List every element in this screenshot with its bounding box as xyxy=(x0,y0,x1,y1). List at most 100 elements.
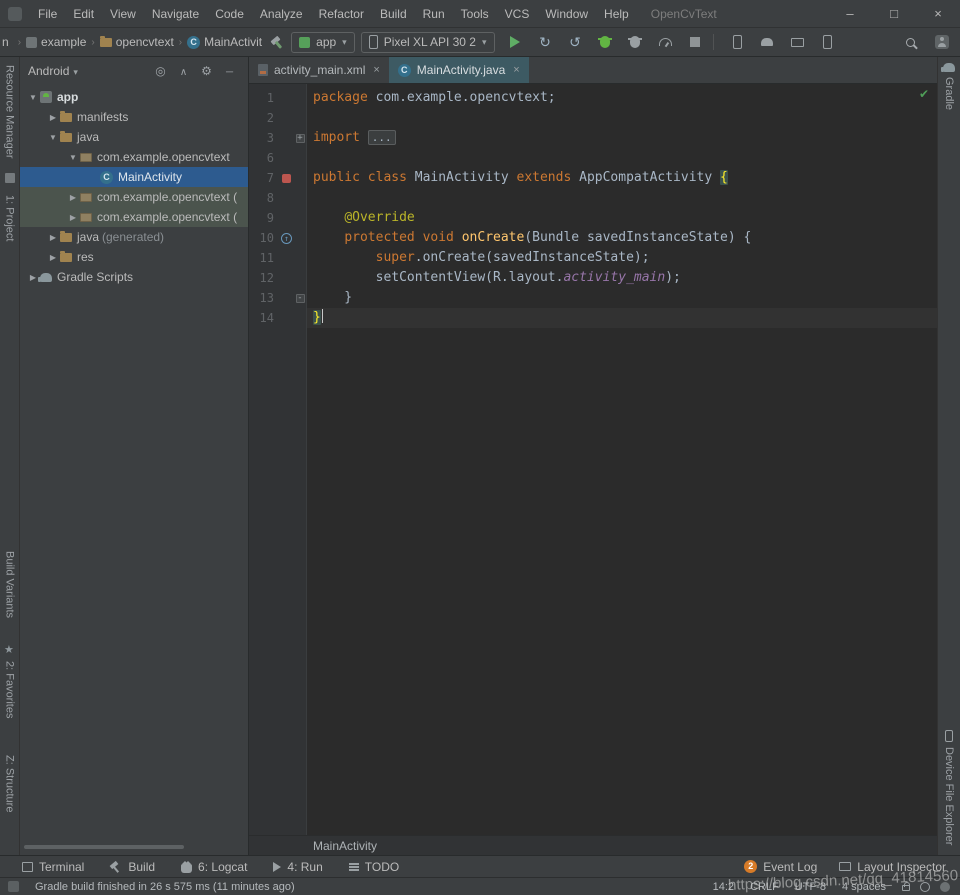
run-button[interactable] xyxy=(507,34,524,51)
menu-navigate[interactable]: Navigate xyxy=(144,4,207,24)
menu-edit[interactable]: Edit xyxy=(65,4,102,24)
project-view-selector[interactable]: Android xyxy=(28,64,69,78)
maximize-button[interactable]: □ xyxy=(872,6,916,21)
menu-help[interactable]: Help xyxy=(596,4,637,24)
tree-row-com-example-opencvtext[interactable]: com.example.opencvtext xyxy=(20,147,248,167)
code-token: import xyxy=(313,130,360,145)
toolwindow-resource-manager[interactable]: Resource Manager xyxy=(4,65,16,159)
menu-refactor[interactable]: Refactor xyxy=(311,4,372,24)
tree-row-mainactivity[interactable]: MainActivity xyxy=(20,167,248,187)
layout-inspector-button[interactable] xyxy=(789,34,806,51)
search-button[interactable] xyxy=(902,34,919,51)
toolwindow-layout-inspector[interactable]: Layout Inspector xyxy=(839,860,946,874)
device-manager-button[interactable] xyxy=(729,34,746,51)
chevron-right-icon[interactable] xyxy=(66,213,80,222)
toolwindow-gradle[interactable]: Gradle xyxy=(938,63,960,110)
chevron-right-icon[interactable] xyxy=(66,193,80,202)
toolwindow-z-structure[interactable]: Z: Structure xyxy=(4,755,16,812)
menu-file[interactable]: File xyxy=(30,4,65,24)
close-icon[interactable]: × xyxy=(373,64,379,76)
debug-button[interactable] xyxy=(597,34,614,51)
bookmark-icon[interactable] xyxy=(5,173,15,183)
run-config-select[interactable]: app xyxy=(291,32,355,53)
tab-mainactivity-java[interactable]: MainActivity.java × xyxy=(389,57,529,83)
chevron-down-icon[interactable] xyxy=(66,153,80,162)
close-button[interactable]: × xyxy=(916,6,960,21)
menu-analyze[interactable]: Analyze xyxy=(252,4,311,24)
device-stream-button[interactable] xyxy=(819,34,836,51)
attach-debugger-button[interactable] xyxy=(627,34,644,51)
chevron-right-icon[interactable] xyxy=(46,113,60,122)
chevron-right-icon[interactable] xyxy=(46,233,60,242)
indent-setting[interactable]: 4 spaces xyxy=(842,881,886,893)
tree-row-com-example-opencvtext[interactable]: com.example.opencvtext ( xyxy=(20,207,248,227)
toolwindow-switcher-icon[interactable] xyxy=(8,881,19,892)
line-separator[interactable]: CRLF xyxy=(750,881,779,893)
chevron-right-icon[interactable] xyxy=(46,253,60,262)
stop-button[interactable] xyxy=(687,34,704,51)
toolwindow-6-logcat[interactable]: 6: Logcat xyxy=(181,860,247,874)
settings-icon[interactable] xyxy=(196,64,217,78)
caret-position[interactable]: 14:2 xyxy=(713,881,734,893)
notifications-icon[interactable] xyxy=(940,882,950,892)
tree-row-java[interactable]: java (generated) xyxy=(20,227,248,247)
menu-vcs[interactable]: VCS xyxy=(497,4,538,24)
horizontal-scrollbar[interactable] xyxy=(24,845,184,849)
toolwindow-2-favorites[interactable]: 2: Favorites xyxy=(4,661,16,718)
tree-row-manifests[interactable]: manifests xyxy=(20,107,248,127)
override-gutter-icon[interactable] xyxy=(281,233,292,244)
device-select[interactable]: Pixel XL API 30 2 xyxy=(361,32,495,53)
tree-row-res[interactable]: res xyxy=(20,247,248,267)
tree-row-app[interactable]: app xyxy=(20,87,248,107)
toolwindow-todo[interactable]: TODO xyxy=(349,860,399,874)
build-hammer-icon[interactable] xyxy=(270,35,285,50)
toolwindow-1-project[interactable]: 1: Project xyxy=(4,195,16,241)
chevron-down-icon[interactable] xyxy=(46,133,60,142)
status-message[interactable]: Gradle build finished in 26 s 575 ms (11… xyxy=(35,881,697,893)
code-editor[interactable]: 12367891011121314 package com.example.op… xyxy=(249,84,937,835)
inspections-ok-icon[interactable]: ✔ xyxy=(919,87,929,101)
fold-marker-minus[interactable] xyxy=(296,294,305,303)
toolwindow-build-variants[interactable]: Build Variants xyxy=(4,551,16,618)
class-gutter-icon[interactable] xyxy=(282,174,291,183)
locate-icon[interactable] xyxy=(150,64,171,78)
toolwindow-4-run[interactable]: 4: Run xyxy=(273,860,322,874)
close-icon[interactable]: × xyxy=(513,64,519,76)
apply-changes-button[interactable]: ↻ xyxy=(537,34,554,51)
tree-row-java[interactable]: java xyxy=(20,127,248,147)
profile-avatar-button[interactable] xyxy=(933,34,950,51)
fold-marker-plus[interactable] xyxy=(296,134,305,143)
project-panel: Android appmanifestsjavacom.example.open… xyxy=(20,57,249,855)
toolwindow-event-log[interactable]: 2Event Log xyxy=(744,860,817,874)
toolwindow-build[interactable]: Build xyxy=(110,860,155,874)
toolwindow-device-file-explorer[interactable]: Device File Explorer xyxy=(938,730,960,845)
tree-row-com-example-opencvtext[interactable]: com.example.opencvtext ( xyxy=(20,187,248,207)
toolwindow-terminal[interactable]: Terminal xyxy=(22,860,84,874)
menu-window[interactable]: Window xyxy=(537,4,596,24)
menu-run[interactable]: Run xyxy=(415,4,453,24)
apply-code-changes-button[interactable]: ↺ xyxy=(567,34,584,51)
tree-row-gradle-scripts[interactable]: Gradle Scripts xyxy=(20,267,248,287)
menu-code[interactable]: Code xyxy=(207,4,252,24)
code-line xyxy=(307,148,937,168)
menu-tools[interactable]: Tools xyxy=(453,4,497,24)
menu-view[interactable]: View xyxy=(102,4,144,24)
highlight-icon[interactable] xyxy=(920,882,930,892)
breadcrumb-class[interactable]: MainActivity xyxy=(313,839,377,853)
breadcrumb-item-mainactivit[interactable]: MainActivit xyxy=(185,34,264,50)
sdk-manager-button[interactable] xyxy=(759,34,776,51)
profile-button[interactable] xyxy=(657,34,674,51)
lock-icon[interactable] xyxy=(902,885,910,891)
hide-icon[interactable] xyxy=(219,64,240,78)
star-icon[interactable] xyxy=(4,643,14,656)
breadcrumb-item-example[interactable]: example xyxy=(24,34,88,50)
collapse-icon[interactable] xyxy=(173,64,194,78)
chevron-down-icon[interactable] xyxy=(26,93,40,102)
breadcrumb-item-opencvtext[interactable]: opencvtext xyxy=(98,34,176,50)
menu-build[interactable]: Build xyxy=(372,4,415,24)
file-encoding[interactable]: UTF-8 xyxy=(795,881,826,893)
tab-activity-main-xml[interactable]: activity_main.xml × xyxy=(249,57,389,83)
minimize-button[interactable]: – xyxy=(828,6,872,21)
project-panel-header: Android xyxy=(20,57,248,85)
editor-tab-bar: activity_main.xml × MainActivity.java × xyxy=(249,57,937,84)
